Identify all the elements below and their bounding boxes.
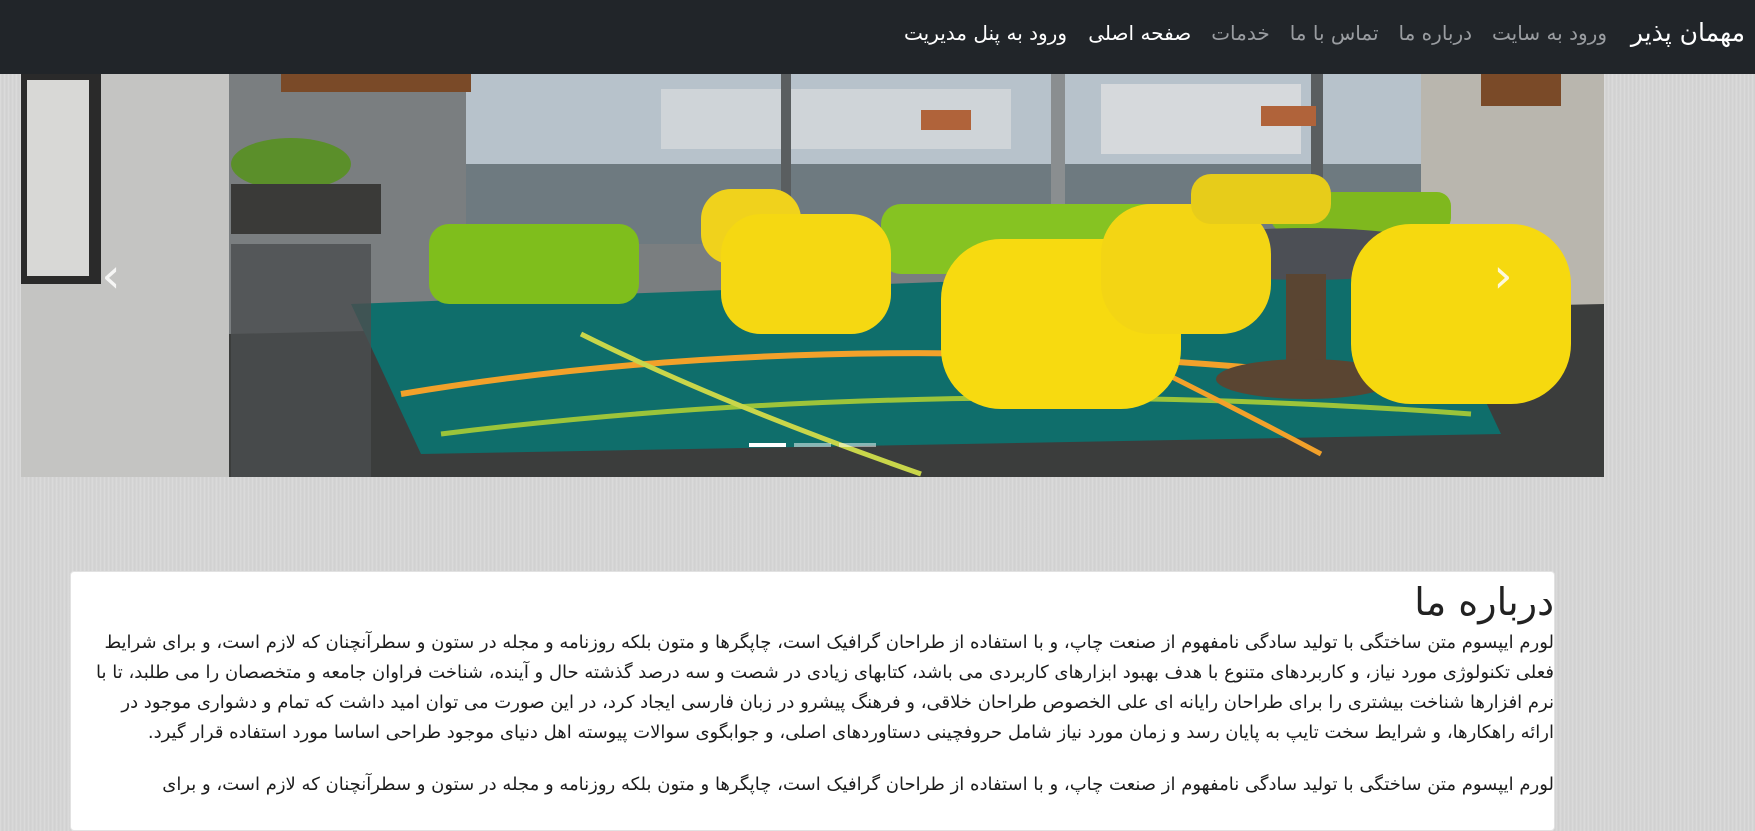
nav-link-services[interactable]: خدمات (1211, 18, 1270, 48)
carousel-indicator-2[interactable] (794, 443, 831, 447)
nav-link-admin-panel[interactable]: ورود به پنل مدیریت (904, 18, 1067, 48)
chevron-right-icon: › (1493, 247, 1513, 304)
nav-link-login[interactable]: ورود به سایت (1492, 18, 1607, 48)
about-section-card: درباره ما لورم ایپسوم متن ساختگی با تولی… (70, 571, 1555, 831)
nav-link-home[interactable]: صفحه اصلی (1088, 18, 1191, 48)
top-navbar: مهمان پذیر صفحه اصلی خدمات تماس با ما در… (0, 0, 1755, 74)
carousel-indicator-3[interactable] (839, 443, 876, 447)
carousel-prev-button[interactable]: ‹ (51, 74, 171, 477)
about-paragraph-2: لورم ایپسوم متن ساختگی با تولید سادگی نا… (162, 774, 1554, 795)
carousel-indicators (21, 443, 1604, 449)
about-title: درباره ما (1414, 580, 1554, 624)
nav-link-about[interactable]: درباره ما (1399, 18, 1473, 48)
hero-carousel: ‹ › (21, 74, 1604, 477)
chevron-left-icon: ‹ (101, 247, 121, 304)
navbar-brand[interactable]: مهمان پذیر (1631, 18, 1745, 48)
about-paragraph-1: لورم ایپسوم متن ساختگی با تولید سادگی نا… (96, 632, 1554, 743)
nav-link-contact[interactable]: تماس با ما (1290, 18, 1379, 48)
carousel-next-button[interactable]: › (1443, 74, 1563, 477)
navbar-links: صفحه اصلی خدمات تماس با ما درباره ما ورو… (1088, 18, 1607, 48)
carousel-slide-image (21, 74, 1604, 477)
carousel-indicator-1[interactable] (749, 443, 786, 447)
